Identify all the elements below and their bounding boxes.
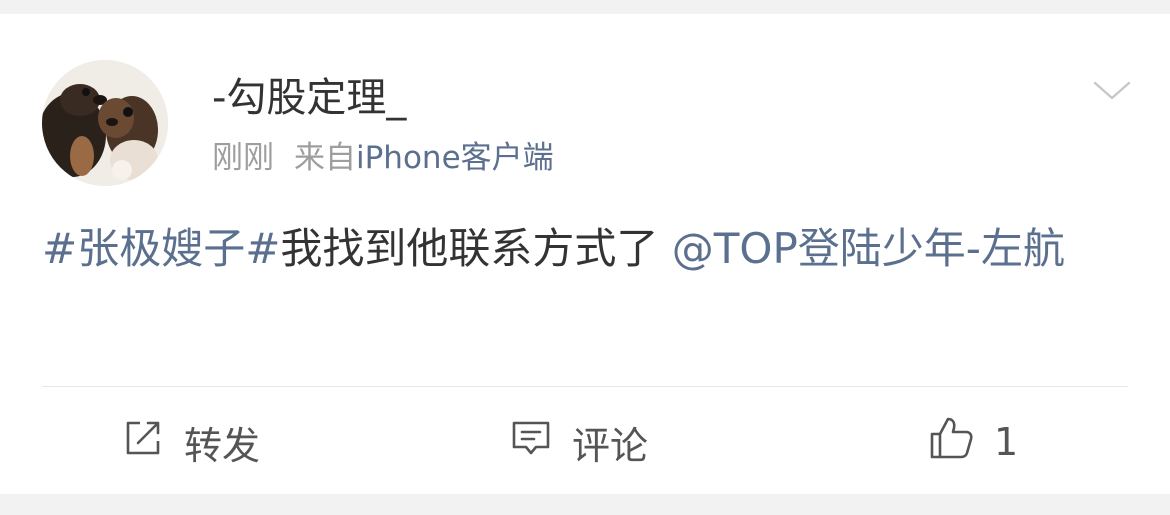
post-time: 刚刚	[212, 140, 274, 176]
post-card: -勾股定理_ 刚刚 来自iPhone客户端 #张极嫂子#我找到他联系方式了 @TO…	[0, 14, 1170, 494]
post-meta: 刚刚 来自iPhone客户端	[212, 138, 554, 178]
repost-button[interactable]: 转发	[122, 414, 260, 470]
share-edit-icon	[122, 417, 164, 468]
source-prefix: 来自	[294, 140, 356, 176]
source-client[interactable]: iPhone客户端	[356, 140, 554, 176]
comment-label: 评论	[572, 423, 649, 468]
divider	[42, 386, 1128, 387]
post-text: 我找到他联系方式了	[280, 224, 659, 273]
thumbs-up-icon	[928, 415, 974, 470]
mention-link[interactable]: @TOP登陆少年-左航	[672, 224, 1065, 273]
chevron-down-icon[interactable]	[1092, 76, 1132, 106]
like-button[interactable]: 1	[928, 414, 1018, 470]
avatar[interactable]	[42, 60, 168, 186]
like-count: 1	[994, 420, 1019, 464]
comment-button[interactable]: 评论	[510, 414, 648, 470]
username[interactable]: -勾股定理_	[212, 74, 406, 122]
post-content: #张极嫂子#我找到他联系方式了 @TOP登陆少年-左航	[42, 219, 1132, 279]
topic-link[interactable]: #张极嫂子#	[42, 224, 280, 273]
comment-icon	[510, 417, 552, 468]
repost-label: 转发	[184, 423, 261, 468]
